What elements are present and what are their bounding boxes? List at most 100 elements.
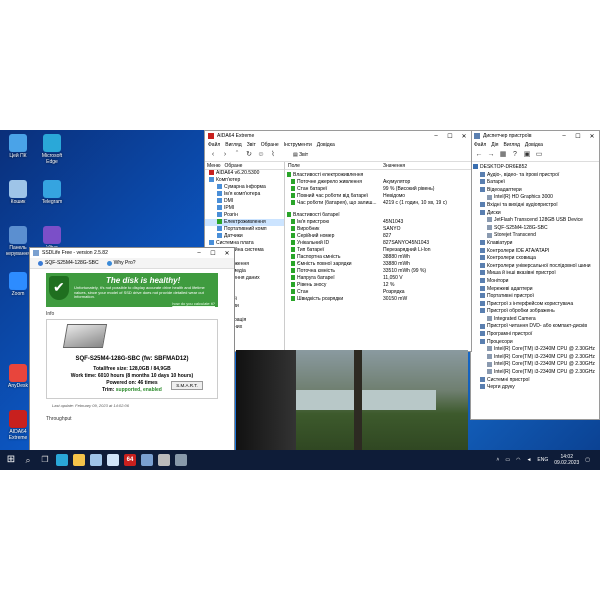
menu-item[interactable]: Інструменти [284,142,312,148]
menu-item[interactable]: Довідка [525,142,543,148]
device-tree-item[interactable]: Пристрої читання DVD- або компакт-дисків [471,323,599,331]
device-tree-item[interactable]: Intel(R) Core(TM) i3-2340M CPU @ 2.30GHz [471,346,599,354]
desktop-icon-telegram[interactable]: Telegram [36,180,68,205]
close-button[interactable]: ✕ [457,133,471,140]
tree-item[interactable]: DMI [205,198,284,205]
edge-icon[interactable] [56,454,68,466]
tree-item[interactable]: Комп'ютер [205,177,284,184]
tree-item[interactable]: Датчики [205,233,284,240]
desktop-icon-recycle-bin[interactable]: Кошик [2,180,34,205]
maximize-button[interactable]: ☐ [206,250,220,257]
back-icon[interactable]: ‹ [209,151,217,159]
smart-button[interactable]: S.M.A.R.T. [171,381,203,390]
menu-item[interactable]: Вигляд [225,142,241,148]
device-tree-item[interactable]: Storejet Transcend [471,232,599,240]
menu-item[interactable]: Файл [208,142,220,148]
device-tree-item[interactable]: Intel(R) Core(TM) i3-2340M CPU @ 2.30GHz [471,354,599,362]
device-tree-item[interactable]: Диски [471,210,599,218]
volume-icon[interactable]: ◄ [526,457,531,463]
device-tree-item[interactable]: Мережеві адаптери [471,286,599,294]
tab-favorites[interactable]: Обране [225,163,243,169]
search-icon[interactable]: ⌕ [22,454,34,466]
minimize-button[interactable]: – [429,133,443,139]
report-label[interactable]: ▤ Звіт [293,152,308,158]
tree-item[interactable]: Портативний комп [205,226,284,233]
column-value[interactable]: Значення [383,163,405,169]
monitor-icon[interactable]: ▭ [535,151,543,159]
device-tree-item[interactable]: SQF-S25M4-128G-SBC [471,225,599,233]
column-field[interactable]: Поле [285,163,383,169]
minimize-button[interactable]: – [192,250,206,256]
device-tree-item[interactable]: JetFlash Transcend 128GB USB Device [471,217,599,225]
properties-icon[interactable]: ▦ [499,151,507,159]
tree-item[interactable]: Електроживлення [205,219,284,226]
menu-item[interactable]: Обране [261,142,279,148]
device-tree-item[interactable]: Контролери IDE ATA/ATAPI [471,248,599,256]
tree-item[interactable]: AIDA64 v6.20.5300 [205,170,284,177]
device-tree-item[interactable]: DESKTOP-DR6E852 [471,164,599,172]
menu-item[interactable]: Звіт [247,142,256,148]
device-tree-item[interactable]: Контролери сховища [471,255,599,263]
chevron-up-icon[interactable]: ˄ [496,457,499,463]
user-icon[interactable]: ☺ [257,151,265,159]
device-tree-item[interactable]: Пристрої обробки зображень [471,308,599,316]
device-tree-item[interactable]: Миша й інші вказівні пристрої [471,270,599,278]
tree-item[interactable]: IPMI [205,205,284,212]
tab-why-pro[interactable]: Why Pro? [106,260,136,266]
photos-icon[interactable] [175,454,187,466]
tree-item[interactable]: Сумарна інформа [205,184,284,191]
battery-icon[interactable]: ▭ [505,457,510,463]
tree-item[interactable]: Ім'я комп'ютера [205,191,284,198]
task-view-icon[interactable]: ❐ [39,454,51,466]
calculate-link[interactable]: how do you calculate it? [172,301,215,306]
minimize-button[interactable]: – [557,133,571,139]
device-tree-item[interactable]: Черги друку [471,384,599,392]
forward-icon[interactable]: → [487,151,495,159]
chart-icon[interactable]: ⌇ [269,151,277,159]
tab-menu[interactable]: Меню [207,163,221,169]
notification-icon[interactable]: ▢ [585,457,590,463]
tree-item[interactable]: Розгін [205,212,284,219]
menu-item[interactable]: Вигляд [504,142,520,148]
device-tree-item[interactable]: Intel(R) HD Graphics 3000 [471,194,599,202]
device-tree-item[interactable]: Контролери універсальної послідовної шин… [471,263,599,271]
aida64-icon[interactable]: 64 [124,454,136,466]
desktop-icon-edge[interactable]: Microsoft Edge [36,134,68,165]
device-tree-item[interactable]: Integrated Camera [471,316,599,324]
start-icon[interactable]: ⊞ [5,454,17,466]
device-tree-item[interactable]: Intel(R) Core(TM) i3-2340M CPU @ 2.30GHz [471,369,599,377]
forward-icon[interactable]: › [221,151,229,159]
device-tree-item[interactable]: Пристрої з інтерфейсом користувача [471,301,599,309]
close-button[interactable]: ✕ [585,133,599,140]
back-icon[interactable]: ← [475,151,483,159]
device-tree-item[interactable]: Програмні пристрої [471,331,599,339]
tab-drive[interactable]: SQF-S25M4-128G-SBC [38,260,99,266]
store-icon[interactable] [90,454,102,466]
clock[interactable]: 14:02 09.02.2023 [554,454,579,466]
device-tree-item[interactable]: Вхідні та вихідні аудіопристрої [471,202,599,210]
device-tree-item[interactable]: Intel(R) Core(TM) i3-2340M CPU @ 2.30GHz [471,361,599,369]
mail-icon[interactable] [107,454,119,466]
update-driver-icon[interactable]: ▣ [523,151,531,159]
desktop-icon-pc[interactable]: Цей ПК [2,134,34,159]
refresh-icon[interactable]: ↻ [245,151,253,159]
close-button[interactable]: ✕ [220,250,234,257]
device-tree-item[interactable]: Відеоадаптери [471,187,599,195]
device-tree-item[interactable]: Портативні пристрої [471,293,599,301]
tree-item[interactable]: Системна плата [205,240,284,247]
up-icon[interactable]: ˆ [233,151,241,159]
language-indicator[interactable]: ENG [537,457,548,463]
ssdlife-icon[interactable] [141,454,153,466]
menu-item[interactable]: Довідка [317,142,335,148]
menu-item[interactable]: Файл [474,142,486,148]
maximize-button[interactable]: ☐ [571,133,585,140]
menu-item[interactable]: Дія [491,142,498,148]
help-icon[interactable]: ? [511,151,519,159]
device-tree-item[interactable]: Клавіатури [471,240,599,248]
device-tree-item[interactable]: Системні пристрої [471,377,599,385]
device-tree-item[interactable]: Батареї [471,179,599,187]
maximize-button[interactable]: ☐ [443,133,457,140]
device-tree-item[interactable]: Монітори [471,278,599,286]
explorer-icon[interactable] [73,454,85,466]
device-tree-item[interactable]: Аудіо-, відео- та ігрові пристрої [471,172,599,180]
